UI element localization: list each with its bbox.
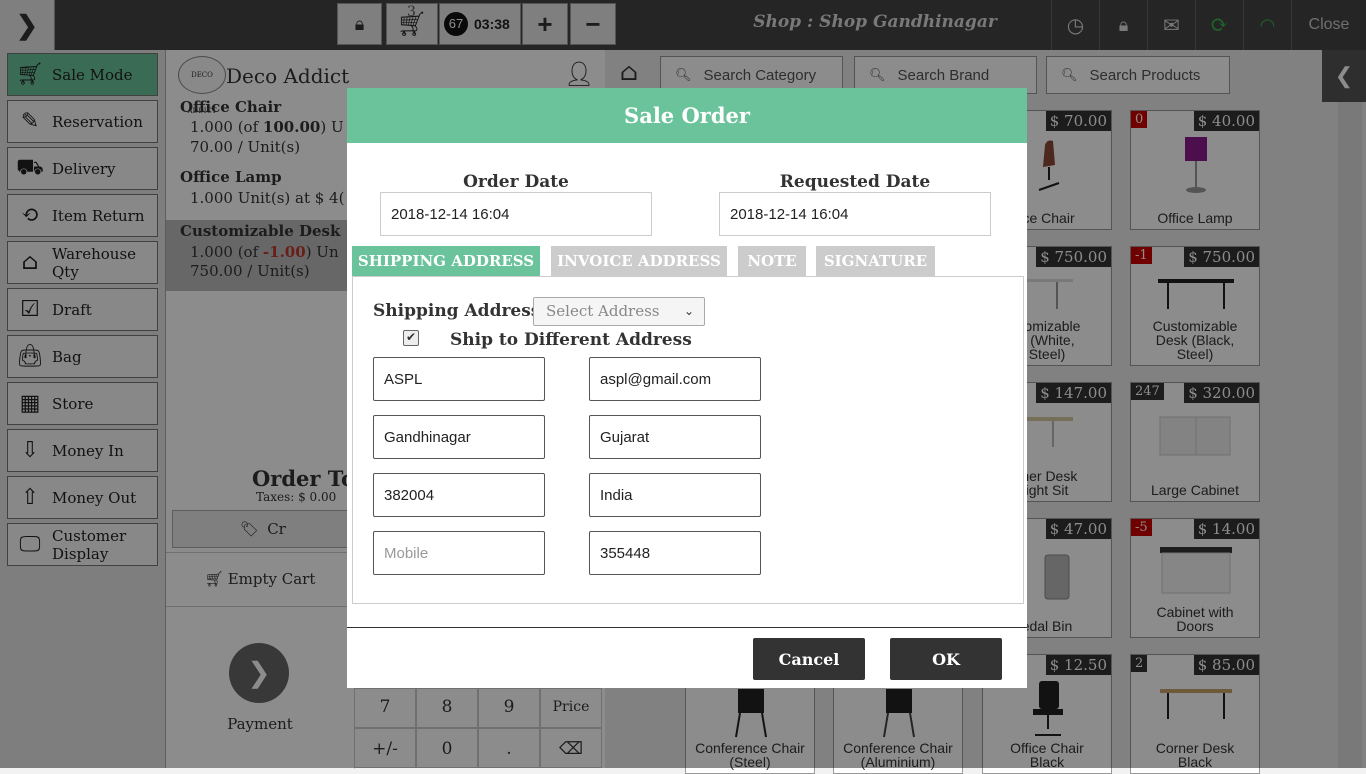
cancel-button[interactable]: Cancel xyxy=(753,638,865,680)
city-field[interactable] xyxy=(373,415,545,459)
tab-shipping-address[interactable]: SHIPPING ADDRESS xyxy=(352,246,540,276)
dialog-title: Sale Order xyxy=(347,88,1027,143)
ok-button[interactable]: OK xyxy=(890,638,1002,680)
ship-different-checkbox[interactable]: ✔ xyxy=(403,330,419,346)
shipping-address-pane: Shipping Address Select Address ⌄ ✔ Ship… xyxy=(352,276,1024,604)
name-field[interactable] xyxy=(373,357,545,401)
order-date-label: Order Date xyxy=(463,172,569,192)
chevron-down-icon: ⌄ xyxy=(683,304,694,318)
mobile-field[interactable] xyxy=(373,531,545,575)
email-field[interactable] xyxy=(589,357,761,401)
phone-field[interactable] xyxy=(589,531,761,575)
select-address-value: Select Address xyxy=(546,302,660,320)
requested-date-input[interactable] xyxy=(719,192,991,236)
state-field[interactable] xyxy=(589,415,761,459)
order-date-input[interactable] xyxy=(380,192,652,236)
zip-field[interactable] xyxy=(373,473,545,517)
country-field[interactable] xyxy=(589,473,761,517)
ship-different-label: Ship to Different Address xyxy=(450,330,692,350)
sale-order-dialog: Sale Order Order Date Requested Date SHI… xyxy=(347,88,1027,688)
tab-signature[interactable]: SIGNATURE xyxy=(816,246,935,276)
tab-invoice-address[interactable]: INVOICE ADDRESS xyxy=(551,246,727,276)
requested-date-label: Requested Date xyxy=(779,172,931,192)
shipping-address-label: Shipping Address xyxy=(373,301,541,321)
select-address-dropdown[interactable]: Select Address ⌄ xyxy=(533,297,705,326)
dialog-divider xyxy=(347,627,1027,628)
tab-note[interactable]: NOTE xyxy=(738,246,806,276)
